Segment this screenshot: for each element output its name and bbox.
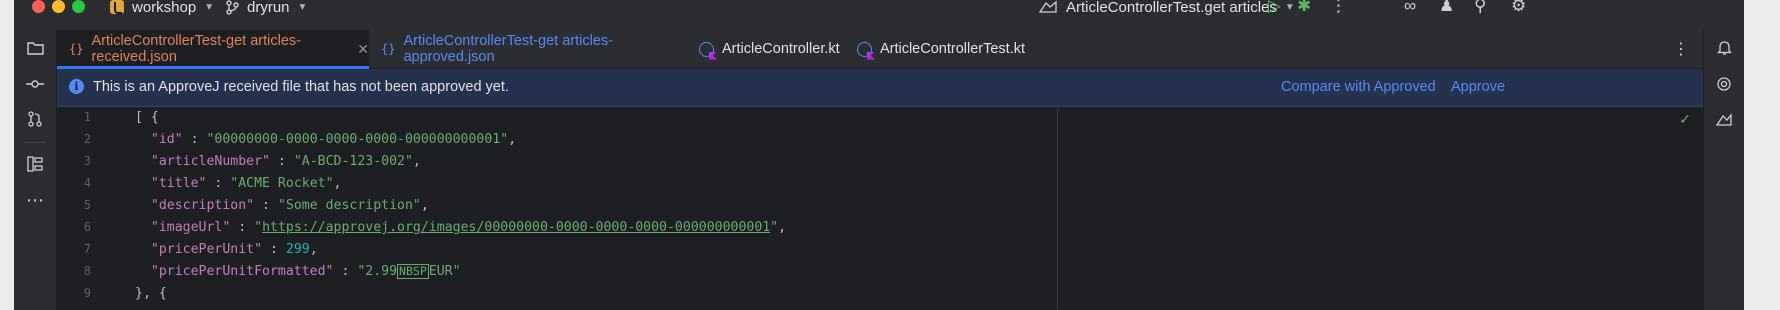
json-braces-icon: {} <box>381 42 396 56</box>
kotlin-class-icon <box>699 41 714 57</box>
code-line: [ { <box>135 110 159 125</box>
code-editor[interactable]: 1 2 3 4 5 6 7 8 9 [ { "id" : "00000000-0… <box>57 107 1703 310</box>
commit-icon[interactable] <box>25 74 45 94</box>
test-config-icon <box>1038 0 1057 13</box>
add-user-icon[interactable]: ♟ <box>1439 0 1454 15</box>
tab-article-controller[interactable]: ArticleController.kt <box>687 30 845 68</box>
tabs-more-icon[interactable]: ⋮ <box>1673 39 1689 59</box>
line-number: 4 <box>83 176 91 190</box>
approvej-icon[interactable] <box>1714 110 1734 130</box>
more-actions-icon[interactable]: ⋮ <box>1330 0 1347 15</box>
nbsp-marker: NBSP <box>397 264 429 279</box>
ai-chat-icon[interactable] <box>1714 74 1734 94</box>
window-maximize-button[interactable] <box>72 0 85 13</box>
run-config-selector[interactable]: ArticleControllerTest.get articles ▼ <box>1038 0 1295 16</box>
notifications-bell-icon[interactable] <box>1714 38 1734 58</box>
code-content: [ { "id" : "00000000-0000-0000-0000-0000… <box>135 107 1703 310</box>
code-line: "description" : "Some description", <box>150 198 429 213</box>
approve-link[interactable]: Approve <box>1451 79 1505 95</box>
window-close-button[interactable] <box>32 0 45 13</box>
tab-label: ArticleControllerTest.kt <box>879 41 1025 57</box>
line-number: 7 <box>83 242 91 256</box>
project-folder-icon[interactable] <box>25 38 45 58</box>
code-line: "id" : "00000000-0000-0000-0000-00000000… <box>150 132 517 147</box>
ai-assistant-icon[interactable]: ∞ <box>1404 0 1416 15</box>
branch-name: dryrun <box>247 0 290 16</box>
right-tool-strip <box>1703 30 1744 310</box>
line-number-gutter: 1 2 3 4 5 6 7 8 9 <box>57 107 115 310</box>
tool-strip-divider <box>24 142 46 143</box>
chevron-down-icon: ▼ <box>204 1 215 13</box>
tab-approved-json[interactable]: {} ArticleControllerTest-get articles-ap… <box>369 30 687 68</box>
ide-window: workshop ▼ dryrun ▼ ArticleControllerTes… <box>14 0 1744 310</box>
banner-message: This is an ApproveJ received file that h… <box>93 79 509 95</box>
search-icon[interactable]: ⚲ <box>1474 0 1486 15</box>
line-number: 6 <box>83 220 91 234</box>
line-number: 9 <box>83 286 91 300</box>
code-line: "pricePerUnit" : 299, <box>150 242 318 257</box>
kotlin-class-icon <box>857 41 872 57</box>
run-config-name: ArticleControllerTest.get articles <box>1066 0 1277 16</box>
chevron-down-icon: ▼ <box>297 1 308 13</box>
json-braces-icon: {} <box>69 42 84 56</box>
editor-tabs: {} ArticleControllerTest-get articles-re… <box>57 30 1703 69</box>
inspection-ok-check-icon: ✓ <box>1679 111 1691 127</box>
tab-label: ArticleControllerTest-get articles-recei… <box>91 33 301 65</box>
pull-requests-icon[interactable] <box>25 109 45 129</box>
git-branch-icon <box>226 0 239 15</box>
approvej-notification-banner: i This is an ApproveJ received file that… <box>57 69 1703 107</box>
code-line: "imageUrl" : "https://approvej.org/image… <box>150 220 787 235</box>
right-margin-guide <box>1057 107 1058 310</box>
line-number: 2 <box>83 132 91 146</box>
code-line: "articleNumber" : "A-BCD-123-002", <box>150 154 421 169</box>
code-line: "title" : "ACME Rocket", <box>150 176 342 191</box>
more-tools-icon[interactable]: ⋯ <box>25 190 45 210</box>
line-number: 5 <box>83 198 91 212</box>
project-selector[interactable]: workshop ▼ <box>110 0 215 16</box>
structure-icon[interactable] <box>25 154 45 174</box>
line-number: 1 <box>83 110 91 124</box>
code-line: "pricePerUnitFormatted" : "2.99 NBSP EUR" <box>150 264 461 279</box>
debug-icon[interactable]: ✱ <box>1297 0 1311 15</box>
run-icon[interactable]: ▷ <box>1268 0 1281 15</box>
image-url-link[interactable]: https://approvej.org/images/00000000-000… <box>262 220 770 235</box>
line-number: 3 <box>83 154 91 168</box>
compare-with-approved-link[interactable]: Compare with Approved <box>1281 79 1436 95</box>
window-minimize-button[interactable] <box>52 0 65 13</box>
tab-label: ArticleController.kt <box>722 41 840 57</box>
tab-label: ArticleControllerTest-get articles-appro… <box>403 33 613 65</box>
title-bar: workshop ▼ dryrun ▼ ArticleControllerTes… <box>14 0 1744 30</box>
project-name: workshop <box>132 0 197 16</box>
project-icon <box>110 0 124 14</box>
left-tool-strip: ⋯ <box>14 30 57 310</box>
close-tab-icon[interactable]: ✕ <box>357 41 369 58</box>
code-line: }, { <box>135 286 167 301</box>
tab-received-json[interactable]: {} ArticleControllerTest-get articles-re… <box>57 30 369 69</box>
branch-selector[interactable]: dryrun ▼ <box>226 0 308 16</box>
line-number: 8 <box>83 264 91 278</box>
info-icon: i <box>69 79 84 94</box>
settings-gear-icon[interactable]: ⚙ <box>1511 0 1526 15</box>
tab-article-controller-test[interactable]: ArticleControllerTest.kt <box>845 30 1025 68</box>
chevron-down-icon: ▼ <box>1284 1 1295 13</box>
